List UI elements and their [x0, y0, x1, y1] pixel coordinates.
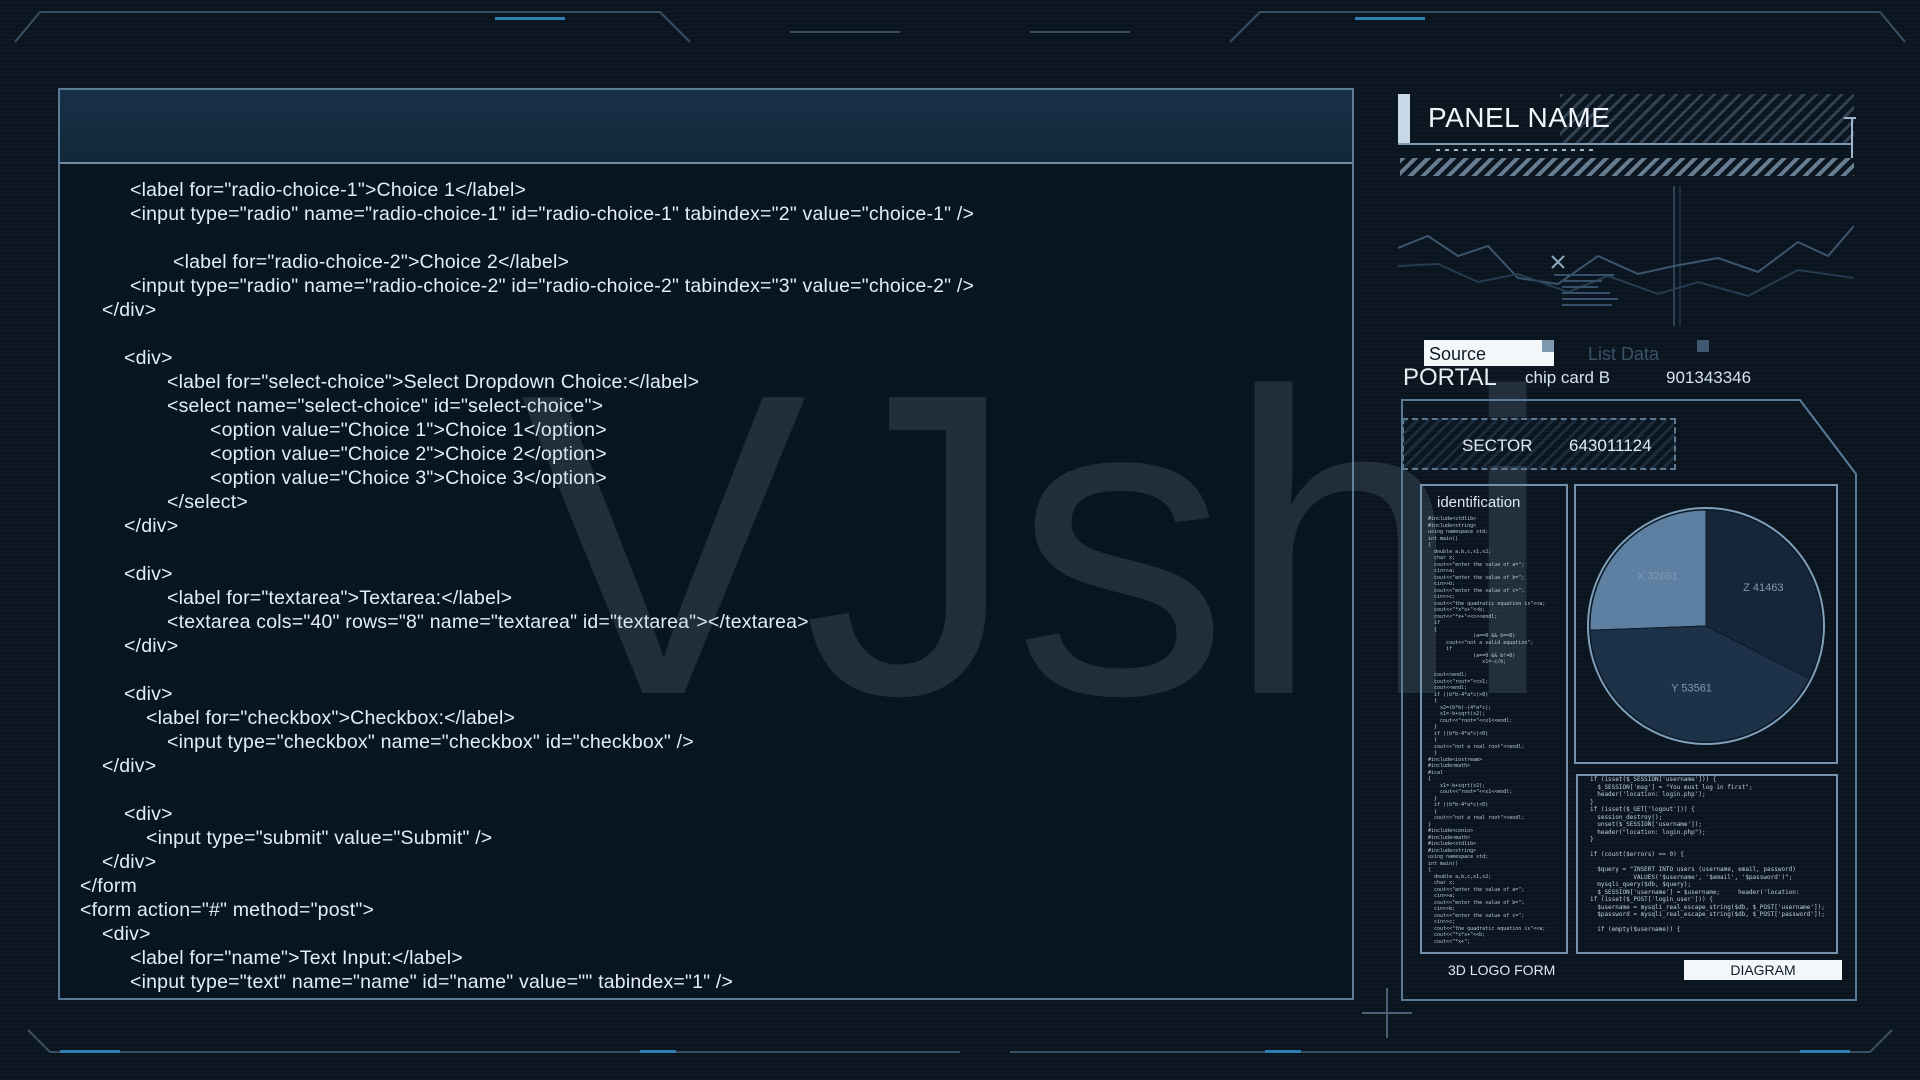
- code-editor-header: [60, 90, 1352, 164]
- chip-card-number: 901343346: [1666, 368, 1752, 387]
- tab-source-marker: [1542, 340, 1554, 352]
- chip-card-label: chip card B: [1525, 368, 1611, 387]
- code-line: <input type="radio" name="radio-choice-1…: [130, 203, 975, 225]
- pie-slice-label: Z 41463: [1743, 582, 1783, 594]
- diagram-button[interactable]: DIAGRAM: [1684, 960, 1842, 980]
- pie-slice-label: Y 53561: [1671, 683, 1712, 695]
- code-line: <label for="radio-choice-1">Choice 1</la…: [130, 179, 527, 201]
- hud-bottom-frame: [27, 1029, 1893, 1053]
- logo-form-label: 3D LOGO FORM: [1448, 962, 1556, 978]
- code-line: </div>: [102, 851, 157, 873]
- code-line: <div>: [102, 923, 151, 945]
- pie-chart: X 32661 Z 41463 Y 53561: [1587, 507, 1825, 745]
- code-line: <input type="submit" value="Submit" />: [146, 827, 493, 849]
- code-line: <input type="radio" name="radio-choice-2…: [130, 275, 975, 297]
- sector-number: 643011124: [1569, 436, 1652, 455]
- crosshair-icon: [1362, 988, 1412, 1038]
- php-code-texture: if (isset($_SESSION['username'])) { $_SE…: [1590, 776, 1825, 933]
- sector-label: SECTOR: [1462, 436, 1533, 455]
- tab-source[interactable]: Source: [1424, 340, 1554, 366]
- pie-slice-label: X 32661: [1637, 570, 1678, 582]
- panel-hatch-strip: [1400, 158, 1854, 176]
- identification-code-texture: #include<stdlib> #include<string> using …: [1428, 516, 1546, 945]
- waveform-graph: [1398, 186, 1854, 326]
- portal-label: PORTAL: [1403, 364, 1497, 391]
- identification-label: identification: [1437, 494, 1521, 511]
- tab-list-data-marker: [1697, 340, 1709, 352]
- code-line: <div>: [124, 803, 173, 825]
- code-line: <label for="name">Text Input:</label>: [130, 947, 463, 969]
- code-line: <input type="text" name="name" id="name"…: [130, 971, 734, 993]
- code-line: <form action="#" method="post">: [80, 899, 375, 921]
- hud-top-frame: [14, 11, 1906, 43]
- code-line: <label for="radio-choice-2">Choice 2</la…: [173, 251, 570, 273]
- tab-list-data[interactable]: List Data: [1588, 344, 1659, 365]
- code-line: </form: [80, 875, 138, 897]
